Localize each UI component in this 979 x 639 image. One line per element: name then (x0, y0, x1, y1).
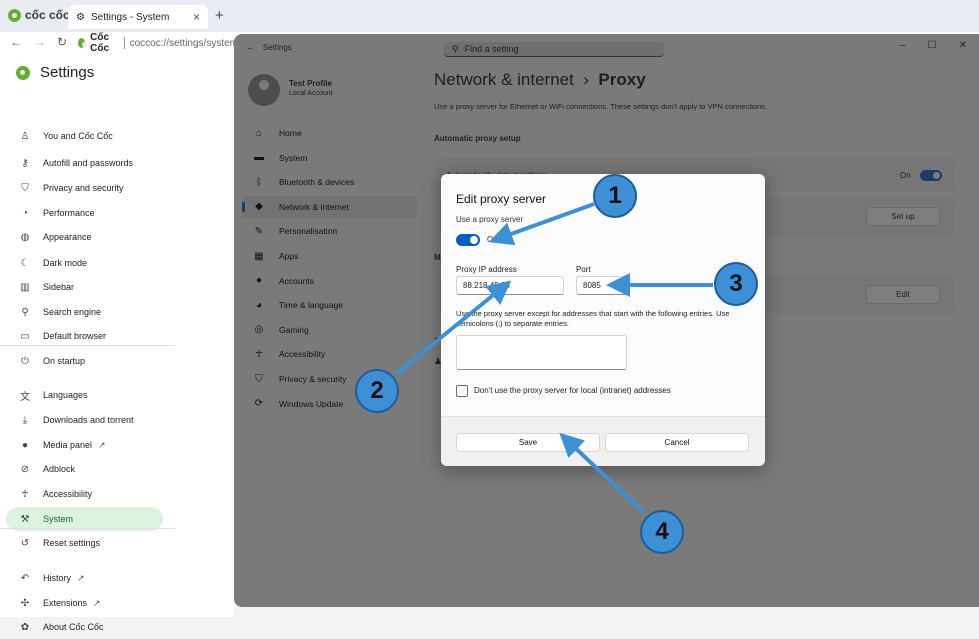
sidebar-item-about-c-c-c-c[interactable]: ✿ About Cốc Cốc (6, 615, 163, 639)
arrow-1 (488, 202, 595, 246)
annotation-badge-1: 1 (593, 174, 637, 218)
arrow-4 (559, 432, 645, 514)
annotation-badge-2: 2 (355, 369, 399, 413)
arrow-2 (394, 280, 512, 376)
sidebar-item-label: About Cốc Cốc (43, 622, 104, 632)
coccoc-logo-icon: ✿ (20, 621, 30, 633)
annotation-badge-4: 4 (640, 510, 684, 554)
annotation-badge-3: 3 (714, 262, 758, 306)
annotation-arrows (394, 202, 713, 514)
